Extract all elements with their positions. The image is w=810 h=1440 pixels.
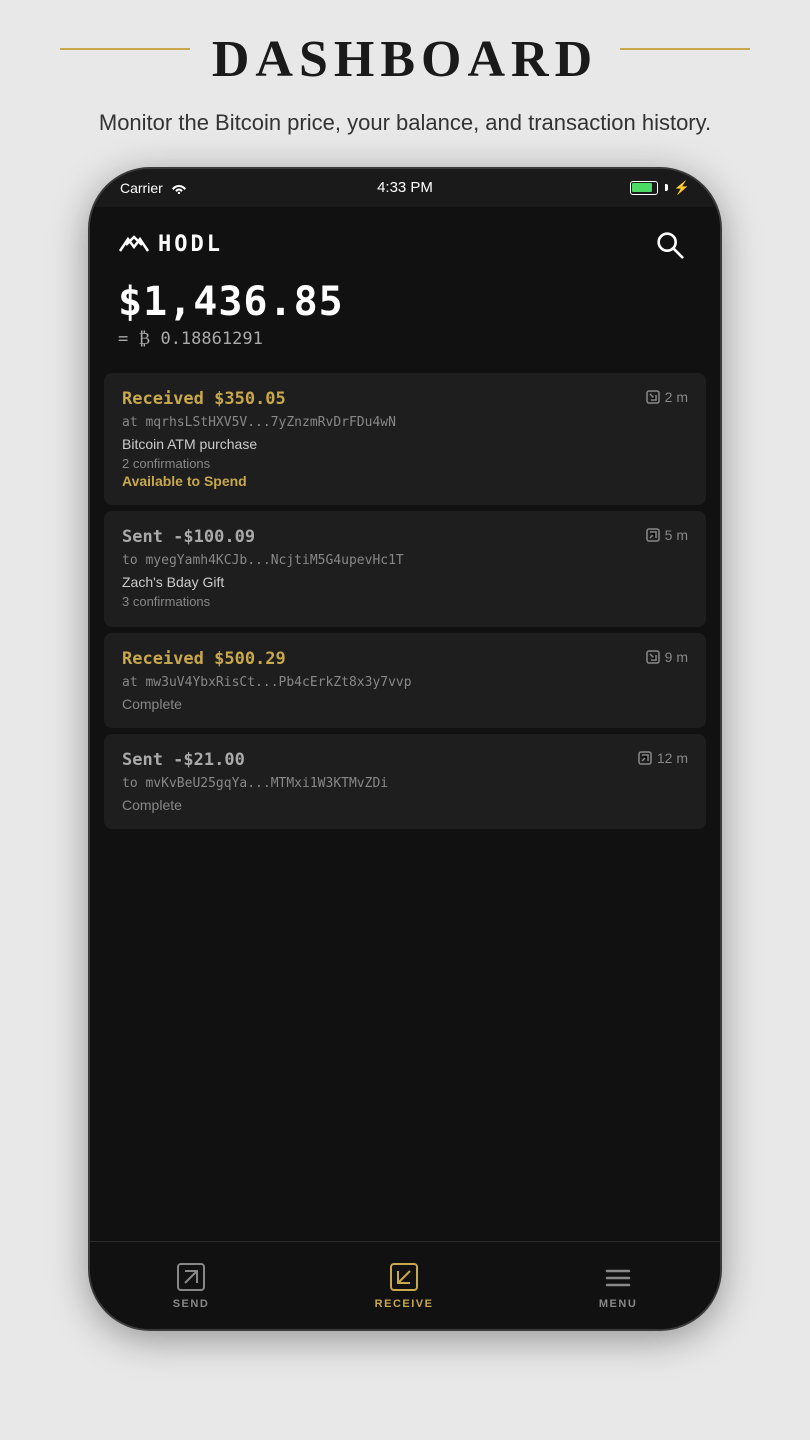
tx-amount: Sent -$100.09 [122, 527, 255, 547]
tx-memo: Zach's Bday Gift [122, 574, 688, 590]
transaction-item[interactable]: Sent -$21.00 12 m to mvKvBeU25gqYa...MTM… [104, 734, 706, 829]
battery-area: ⚡ [630, 180, 690, 196]
phone-shell: Carrier 4:33 PM ⚡ [90, 169, 720, 1329]
send-icon [638, 751, 652, 765]
app-logo: HODL [118, 232, 223, 257]
page-title: DASHBOARD [60, 30, 750, 89]
tx-amount: Received $500.29 [122, 649, 286, 669]
tx-address: to myegYamh4KCJb...NcjtiM5G4upevHc1T [122, 553, 688, 568]
wifi-icon [171, 182, 187, 194]
search-icon [653, 228, 687, 262]
receive-nav-icon [388, 1261, 420, 1293]
app-header: HODL $1,436.85 = ₿ 0.18861291 [90, 207, 720, 359]
tx-header: Sent -$100.09 5 m [122, 527, 688, 547]
tx-confirmations: 2 confirmations [122, 456, 688, 471]
tx-header: Sent -$21.00 12 m [122, 750, 688, 770]
tx-header: Received $500.29 9 m [122, 649, 688, 669]
tx-address: at mqrhsLStHXV5V...7yZnzmRvDrFDu4wN [122, 415, 688, 430]
receive-icon [646, 650, 660, 664]
transaction-item[interactable]: Received $350.05 2 m at mqrhsLStHXV5V...… [104, 373, 706, 505]
battery-tip [665, 184, 668, 191]
tx-amount: Sent -$21.00 [122, 750, 245, 770]
send-nav-label: SEND [173, 1298, 210, 1310]
tx-time: 2 m [646, 389, 688, 405]
battery-icon [630, 181, 658, 195]
tx-amount: Received $350.05 [122, 389, 286, 409]
send-nav-icon [175, 1261, 207, 1293]
tx-time-value: 2 m [665, 389, 688, 405]
phone-content: HODL $1,436.85 = ₿ 0.18861291 Received [90, 207, 720, 1329]
menu-nav-icon [602, 1261, 634, 1293]
tx-time: 9 m [646, 649, 688, 665]
page-header: DASHBOARD Monitor the Bitcoin price, you… [0, 0, 810, 159]
carrier-info: Carrier [120, 180, 187, 196]
app-logo-row: HODL [118, 223, 692, 267]
tx-time-value: 5 m [665, 527, 688, 543]
tx-header: Received $350.05 2 m [122, 389, 688, 409]
receive-nav-label: RECEIVE [375, 1298, 434, 1310]
tx-memo: Bitcoin ATM purchase [122, 436, 688, 452]
nav-menu[interactable]: MENU [579, 1253, 657, 1318]
tx-address: to mvKvBeU25gqYa...MTMxi1W3KTMvZDi [122, 776, 688, 791]
carrier-label: Carrier [120, 180, 163, 196]
tx-time-value: 9 m [665, 649, 688, 665]
balance-btc: = ₿ 0.18861291 [118, 329, 692, 349]
tx-status: Complete [122, 797, 688, 813]
hodl-logo-icon [118, 233, 150, 257]
search-button[interactable] [648, 223, 692, 267]
transaction-list[interactable]: Received $350.05 2 m at mqrhsLStHXV5V...… [90, 359, 720, 1241]
tx-status: Available to Spend [122, 473, 688, 489]
tx-confirmations: 3 confirmations [122, 594, 688, 609]
receive-icon [646, 390, 660, 404]
tx-time-value: 12 m [657, 750, 688, 766]
time-display: 4:33 PM [377, 179, 433, 196]
balance-usd: $1,436.85 [118, 279, 692, 325]
nav-send[interactable]: SEND [153, 1253, 230, 1318]
balance-section: $1,436.85 = ₿ 0.18861291 [118, 279, 692, 349]
tx-time: 5 m [646, 527, 688, 543]
tx-time: 12 m [638, 750, 688, 766]
logo-text: HODL [158, 232, 223, 257]
send-icon [646, 528, 660, 542]
tx-address: at mw3uV4YbxRisCt...Pb4cErkZt8x3y7vvp [122, 675, 688, 690]
status-bar: Carrier 4:33 PM ⚡ [90, 169, 720, 207]
charging-icon: ⚡ [674, 180, 690, 196]
transaction-item[interactable]: Sent -$100.09 5 m to myegYamh4KCJb...Ncj… [104, 511, 706, 627]
tx-status: Complete [122, 696, 688, 712]
transaction-item[interactable]: Received $500.29 9 m at mw3uV4YbxRisCt..… [104, 633, 706, 728]
menu-nav-label: MENU [599, 1298, 637, 1310]
bottom-navigation: SEND RECEIVE MENU [90, 1241, 720, 1329]
nav-receive[interactable]: RECEIVE [355, 1253, 454, 1318]
page-subtitle: Monitor the Bitcoin price, your balance,… [60, 107, 750, 139]
